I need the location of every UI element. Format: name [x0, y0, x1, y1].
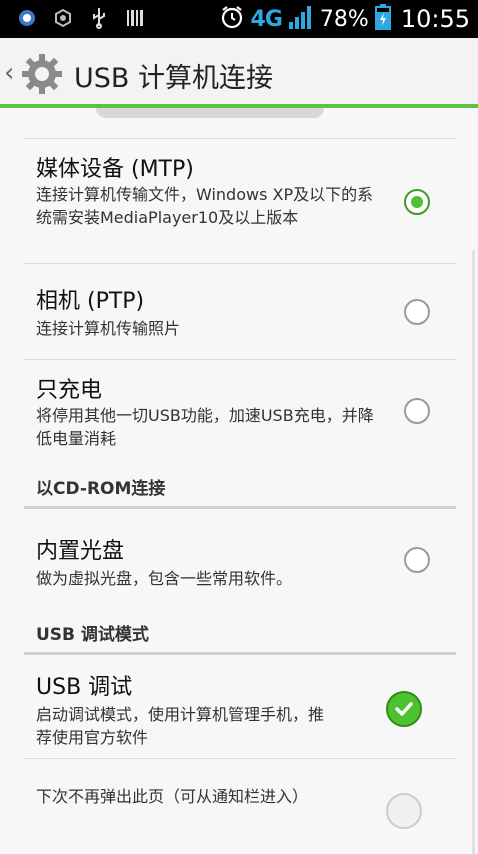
item-subtitle: 将停用其他一切USB功能，加速USB充电，并降低电量消耗: [36, 406, 374, 448]
radio-ptp[interactable]: [404, 299, 430, 325]
settings-notification-icon: [52, 7, 74, 29]
radio-charge-only[interactable]: [404, 398, 430, 424]
signal-icon: [288, 4, 314, 34]
clock: 10:55: [400, 5, 470, 33]
item-title: 内置光盘: [36, 539, 125, 564]
list-item-usb-debug[interactable]: USB 调试 启动调试模式，使用计算机管理手机，推荐使用官方软件: [24, 655, 456, 759]
list-item-ptp[interactable]: 相机 (PTP) 连接计算机传输照片: [24, 263, 456, 360]
app-notification-icon: [16, 7, 38, 29]
usb-icon: [88, 7, 110, 29]
alarm-icon: [219, 4, 245, 34]
item-title: 只充电: [36, 378, 103, 403]
checkbox-usb-debug[interactable]: [386, 691, 422, 727]
list-item-charge-only[interactable]: 只充电 将停用其他一切USB功能，加速USB充电，并降低电量消耗: [24, 360, 456, 464]
item-title: USB 调试: [36, 675, 133, 700]
checkbox-dont-show-again[interactable]: [386, 793, 422, 829]
item-subtitle: 下次不再弹出此页（可从通知栏进入）: [36, 787, 309, 806]
section-header-usb-debug: USB 调试模式: [24, 612, 456, 655]
status-bar: 4G 78% 10:55: [0, 0, 478, 38]
section-label: USB 调试模式: [36, 625, 149, 645]
section-label: 以CD-ROM连接: [36, 479, 166, 499]
list-item-mtp[interactable]: 媒体设备 (MTP) 连接计算机传输文件，Windows XP及以下的系统需安装…: [24, 138, 456, 264]
item-title: 相机 (PTP): [36, 289, 145, 314]
battery-percent: 78%: [319, 6, 369, 32]
list-item-builtin-disc[interactable]: 内置光盘 做为虚拟光盘，包含一些常用软件。: [24, 509, 456, 609]
radio-builtin-disc[interactable]: [404, 547, 430, 573]
item-subtitle: 启动调试模式，使用计算机管理手机，推荐使用官方软件: [36, 705, 325, 747]
radio-mtp[interactable]: [404, 189, 430, 215]
network-type: 4G: [250, 6, 283, 32]
scroll-overscroll-indicator: [96, 108, 324, 118]
barcode-icon: [124, 7, 146, 29]
action-bar: ‹ USB 计算机连接: [0, 38, 478, 108]
battery-icon: [374, 4, 391, 34]
gear-icon[interactable]: [20, 52, 64, 96]
item-subtitle: 做为虚拟光盘，包含一些常用软件。: [36, 569, 293, 588]
list-item-dont-show-again[interactable]: 下次不再弹出此页（可从通知栏进入）: [24, 759, 456, 854]
section-header-cdrom: 以CD-ROM连接: [24, 466, 456, 509]
scrollbar[interactable]: [472, 250, 475, 854]
back-chevron-icon[interactable]: ‹: [4, 58, 14, 88]
item-subtitle: 连接计算机传输照片: [36, 319, 181, 338]
page-title: USB 计算机连接: [74, 63, 274, 94]
item-subtitle: 连接计算机传输文件，Windows XP及以下的系统需安装MediaPlayer…: [36, 185, 374, 227]
item-title: 媒体设备 (MTP): [36, 157, 194, 182]
